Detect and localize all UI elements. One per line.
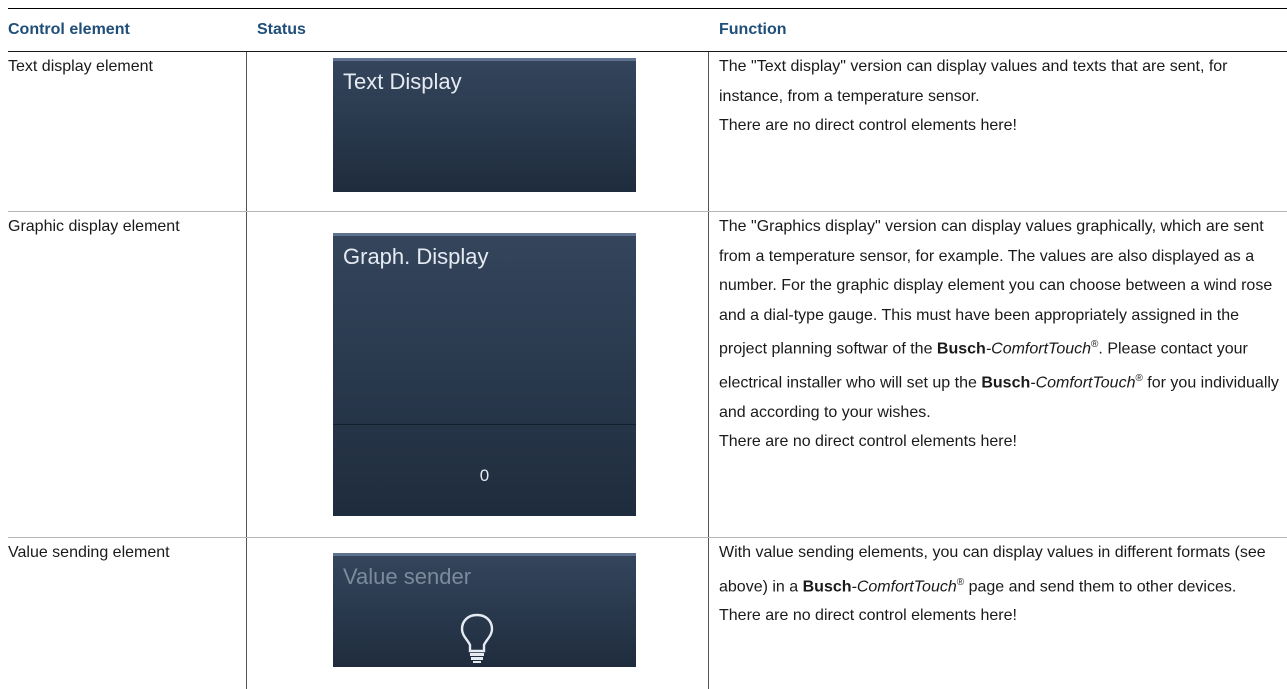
function-description: With value sending elements, you can dis… bbox=[719, 538, 1287, 631]
graph-display-panel: Graph. Display 0 bbox=[333, 233, 636, 516]
control-element-name: Value sending element bbox=[8, 544, 170, 561]
value-sender-panel: Value sender bbox=[333, 553, 636, 667]
header-function: Function bbox=[719, 21, 787, 38]
function-note: There are no direct control elements her… bbox=[719, 117, 1017, 134]
panel-title: Value sender bbox=[343, 564, 472, 589]
function-text: The "Text display" version can display v… bbox=[719, 58, 1228, 105]
control-element-name: Graphic display element bbox=[8, 218, 180, 235]
table-row: Text display element Text Display The "T… bbox=[8, 52, 1287, 211]
function-description: The "Text display" version can display v… bbox=[719, 52, 1287, 141]
header-status: Status bbox=[257, 21, 306, 38]
table-top-rule bbox=[8, 8, 1287, 9]
panel-divider bbox=[333, 424, 636, 425]
panel-title: Text Display bbox=[343, 69, 462, 94]
brand-name: Busch bbox=[936, 340, 986, 358]
function-text: The "Graphics display" version can displ… bbox=[719, 218, 1279, 421]
text-display-panel: Text Display bbox=[333, 58, 636, 192]
control-element-name: Text display element bbox=[8, 58, 153, 75]
function-note: There are no direct control elements her… bbox=[719, 433, 1017, 451]
function-text: With value sending elements, you can dis… bbox=[719, 544, 1266, 595]
lightbulb-icon bbox=[460, 613, 494, 663]
panel-title: Graph. Display bbox=[343, 244, 489, 269]
table-row: Value sending element Value sender With … bbox=[8, 538, 1287, 689]
header-control-element: Control element bbox=[8, 21, 130, 38]
function-note: There are no direct control elements her… bbox=[719, 607, 1017, 625]
function-description: The "Graphics display" version can displ… bbox=[719, 212, 1287, 457]
brand-suffix: -ComfortTouch bbox=[985, 340, 1092, 358]
table-row: Graphic display element Graph. Display 0… bbox=[8, 212, 1287, 537]
panel-value: 0 bbox=[479, 466, 490, 485]
